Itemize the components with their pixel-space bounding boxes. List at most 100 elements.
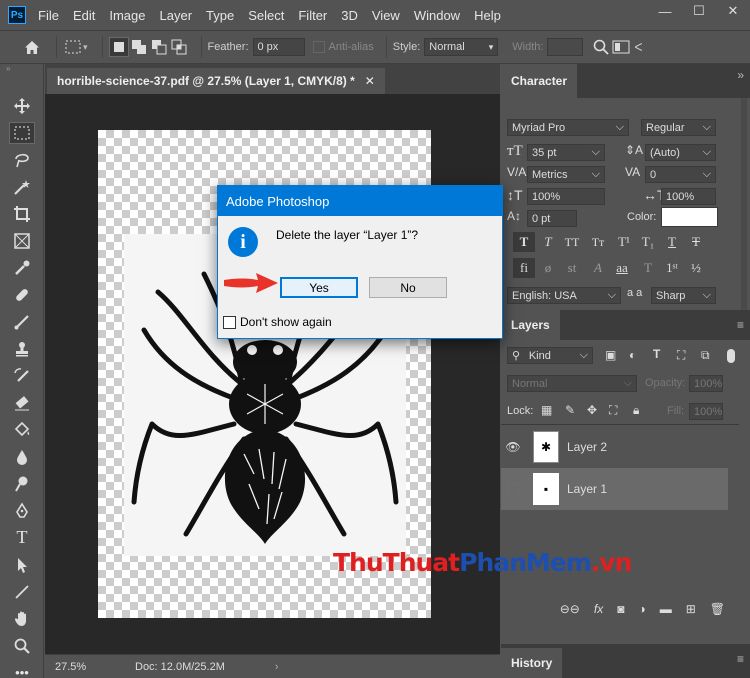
panel-menu-icon[interactable]: ≡ (737, 318, 744, 332)
dont-show-again-checkbox[interactable]: Don't show again (223, 315, 332, 329)
subscript-button[interactable]: T₁ (637, 232, 659, 252)
tab-layers[interactable]: Layers (501, 310, 560, 340)
stylistic-alternates-button[interactable]: aa (611, 258, 633, 278)
maximize-button[interactable]: ☐ (682, 0, 716, 22)
zoom-level[interactable]: 27.5% (55, 661, 135, 673)
font-size-select[interactable]: 35 pt ⌵ (527, 144, 605, 161)
healing-brush-icon[interactable] (0, 281, 44, 308)
type-tool-icon[interactable]: T (0, 524, 44, 551)
stamp-tool-icon[interactable] (0, 335, 44, 362)
strikethrough-button[interactable]: T (685, 232, 707, 252)
hand-tool-icon[interactable] (0, 605, 44, 632)
magic-wand-icon[interactable] (0, 173, 44, 200)
menu-select[interactable]: Select (248, 8, 284, 23)
feather-input[interactable]: 0 px (252, 38, 305, 56)
layer-name[interactable]: Layer 2 (567, 440, 607, 454)
fill-input[interactable]: 100% (689, 403, 723, 420)
filter-image-icon[interactable]: ▣ (605, 348, 616, 362)
new-group-icon[interactable]: ▬ (660, 602, 672, 616)
visibility-eye-icon[interactable]: 👁︎ (501, 426, 525, 468)
menu-filter[interactable]: Filter (298, 8, 327, 23)
adjustment-layer-icon[interactable]: ◑ (638, 602, 645, 616)
scrollbar[interactable] (741, 98, 747, 310)
add-mask-icon[interactable]: ◙ (617, 602, 624, 616)
zoom-tool-icon[interactable] (0, 632, 44, 659)
line-tool-icon[interactable] (0, 578, 44, 605)
link-layers-icon[interactable]: ⊖⊖ (560, 602, 580, 616)
antialias-select[interactable]: Sharp ⌵ (651, 287, 716, 304)
underline-button[interactable]: T (661, 232, 683, 252)
lock-position-icon[interactable]: ✥ (587, 403, 597, 417)
collapse-icon[interactable]: » (737, 68, 744, 82)
path-selection-icon[interactable] (0, 551, 44, 578)
eraser-tool-icon[interactable] (0, 389, 44, 416)
yes-button[interactable]: Yes (280, 277, 358, 298)
checkbox-box[interactable] (223, 315, 236, 329)
minimize-button[interactable]: — (648, 0, 682, 22)
opacity-input[interactable]: 100% (689, 375, 723, 392)
old-style-button[interactable]: ø (537, 258, 559, 278)
crop-tool-icon[interactable] (0, 200, 44, 227)
lock-all-icon[interactable]: 🔒︎ (633, 403, 639, 418)
marquee-tool-icon[interactable] (0, 119, 44, 146)
menu-edit[interactable]: Edit (73, 8, 95, 23)
baseline-shift-input[interactable]: 0 pt (527, 210, 577, 227)
trash-icon[interactable]: 🗑︎ (710, 602, 725, 616)
antialias-checkbox[interactable] (312, 41, 325, 53)
panel-menu-icon[interactable]: ≡ (737, 652, 744, 666)
vertical-scale-input[interactable]: 100% (527, 188, 605, 205)
photoshop-logo[interactable]: Ps (8, 6, 26, 24)
workspace-icon[interactable] (611, 37, 631, 57)
superscript-button[interactable]: T¹ (613, 232, 635, 252)
tab-character[interactable]: Character (501, 64, 578, 98)
faux-bold-button[interactable]: T (513, 232, 535, 252)
layer-row-layer-1[interactable]: ▪ Layer 1 (501, 468, 728, 510)
no-button[interactable]: No (369, 277, 447, 298)
menu-window[interactable]: Window (414, 8, 460, 23)
filter-toggle[interactable] (727, 349, 735, 363)
filter-smart-object-icon[interactable]: ⧉ (701, 348, 710, 363)
marquee-preset-icon[interactable] (63, 37, 83, 57)
lock-pixels-icon[interactable]: ✎ (565, 403, 575, 417)
menu-type[interactable]: Type (206, 8, 234, 23)
filter-type-icon[interactable]: T (653, 347, 660, 361)
pen-tool-icon[interactable] (0, 497, 44, 524)
menu-file[interactable]: File (38, 8, 59, 23)
menu-3d[interactable]: 3D (341, 8, 358, 23)
ordinals-button[interactable]: 1ˢᵗ (661, 258, 683, 278)
visibility-toggle[interactable] (501, 468, 525, 510)
frame-tool-icon[interactable] (0, 227, 44, 254)
menu-view[interactable]: View (372, 8, 400, 23)
language-select[interactable]: English: USA ⌵ (507, 287, 621, 304)
leading-select[interactable]: (Auto) ⌵ (645, 144, 716, 161)
lock-transparency-icon[interactable]: ▦ (541, 403, 552, 417)
paint-bucket-icon[interactable] (0, 416, 44, 443)
tab-history[interactable]: History (501, 648, 563, 678)
eyedropper-icon[interactable] (0, 254, 44, 281)
faux-italic-button[interactable]: T (537, 232, 559, 252)
horizontal-scale-input[interactable]: 100% (661, 188, 716, 205)
history-brush-icon[interactable] (0, 362, 44, 389)
swash-button[interactable]: A (587, 258, 609, 278)
close-tab-icon[interactable]: ✕ (365, 74, 375, 88)
collapse-icon[interactable]: » (0, 64, 43, 73)
menu-layer[interactable]: Layer (160, 8, 193, 23)
font-style-select[interactable]: Regular ⌵ (641, 119, 716, 136)
discretionary-ligatures-button[interactable]: st (561, 258, 583, 278)
blend-mode-select[interactable]: Normal ⌵ (507, 375, 637, 392)
font-family-select[interactable]: Myriad Pro ⌵ (507, 119, 629, 136)
lock-artboard-icon[interactable]: ⛶ (609, 403, 617, 418)
search-icon[interactable] (591, 37, 611, 57)
brush-tool-icon[interactable] (0, 308, 44, 335)
titling-button[interactable]: T (637, 258, 659, 278)
blur-tool-icon[interactable] (0, 443, 44, 470)
style-select[interactable]: Normal ▾ (424, 38, 499, 56)
filter-adjustment-icon[interactable]: ◐ (629, 348, 636, 362)
dodge-tool-icon[interactable] (0, 470, 44, 497)
subtract-from-selection-icon[interactable] (149, 37, 169, 57)
all-caps-button[interactable]: TT (561, 232, 583, 252)
menu-image[interactable]: Image (109, 8, 145, 23)
new-selection-icon[interactable] (108, 37, 129, 57)
close-button[interactable]: ✕ (716, 0, 750, 22)
layer-filter-select[interactable]: ⚲ Kind ⌵ (507, 347, 593, 364)
